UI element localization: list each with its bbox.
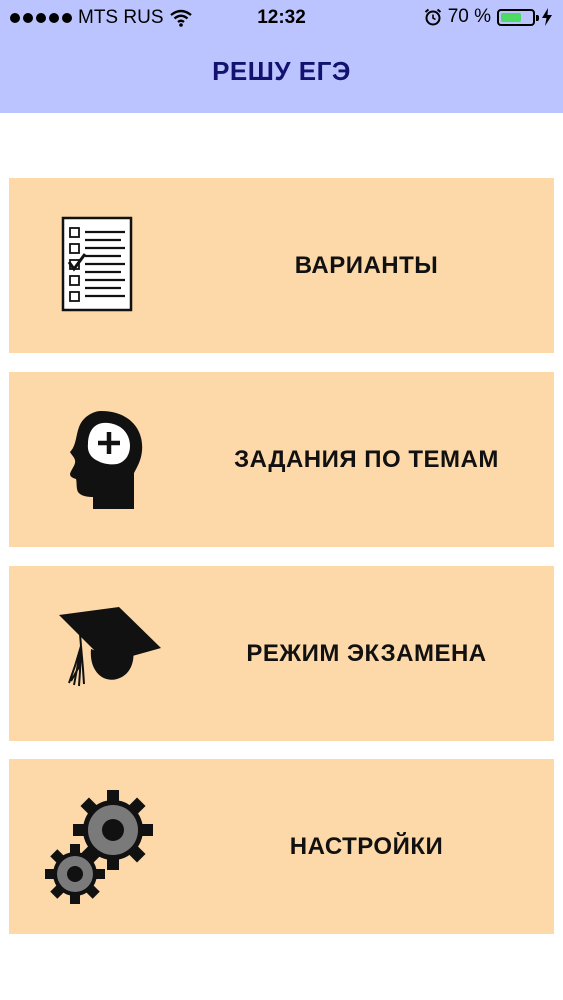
menu-item-variants[interactable]: ВАРИАНТЫ: [9, 178, 554, 353]
battery-icon: [497, 8, 539, 26]
page-title: РЕШУ ЕГЭ: [212, 56, 351, 86]
gears-icon: [45, 790, 153, 904]
menu-item-topics[interactable]: ЗАДАНИЯ ПО ТЕМАМ: [9, 372, 554, 547]
checklist-icon: [61, 216, 133, 312]
menu-item-label: ВАРИАНТЫ: [294, 251, 439, 279]
top-bar: MTS RUS 12:32 70 % РЕШУ ЕГЭ: [0, 0, 563, 113]
battery-fill: [501, 12, 521, 22]
battery-percent: 70 %: [447, 6, 491, 27]
app-screen: MTS RUS 12:32 70 % РЕШУ ЕГЭ ВАРИАНТЫ ЗАД…: [0, 0, 563, 1000]
menu-item-settings[interactable]: НАСТРОЙКИ: [9, 759, 554, 934]
menu-item-label: НАСТРОЙКИ: [289, 832, 444, 860]
menu-item-exam-mode[interactable]: РЕЖИМ ЭКЗАМЕНА: [9, 566, 554, 741]
graduation-cap-icon: [59, 607, 161, 687]
menu-item-label: ЗАДАНИЯ ПО ТЕМАМ: [234, 445, 499, 473]
status-right: 70 %: [424, 6, 553, 28]
menu-item-label: РЕЖИМ ЭКЗАМЕНА: [246, 639, 487, 667]
charging-bolt-icon: [542, 8, 552, 26]
brain-head-icon: [70, 411, 143, 509]
status-bar: MTS RUS 12:32 70 %: [0, 0, 563, 38]
alarm-icon: [424, 8, 441, 26]
